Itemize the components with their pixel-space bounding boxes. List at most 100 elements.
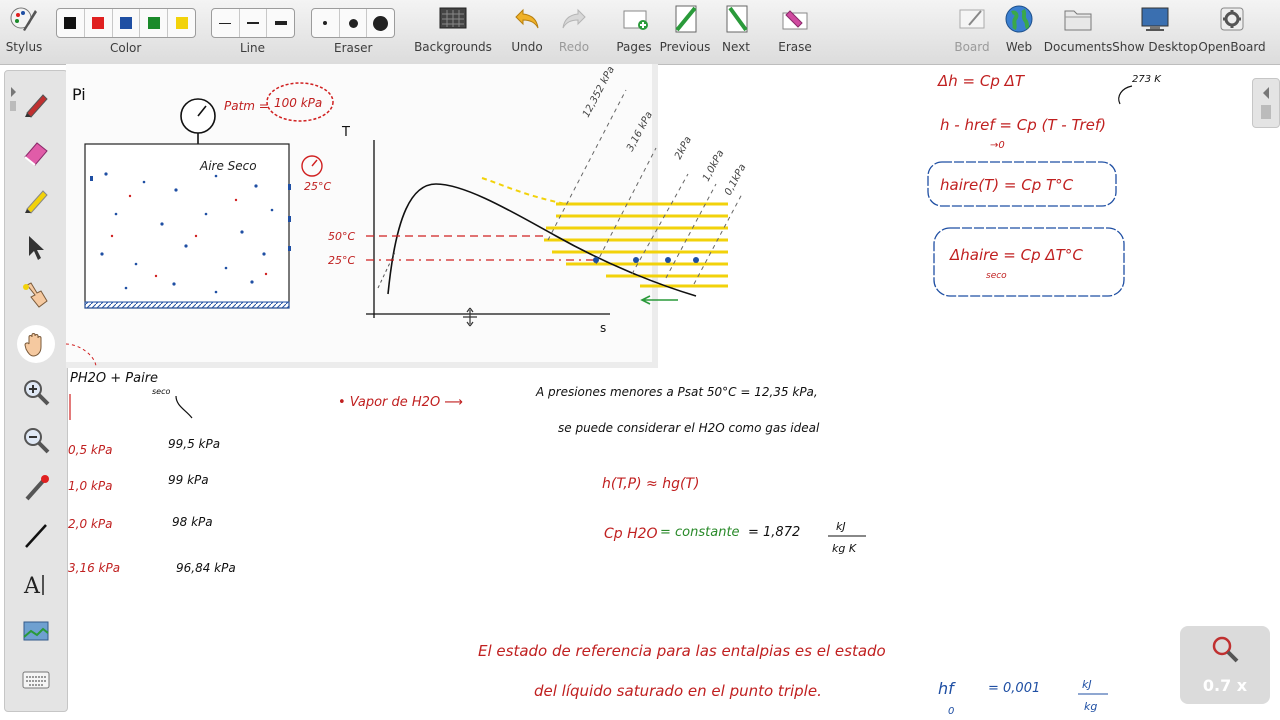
right-eq-2: h - href = Cp (T - Tref): [940, 116, 1106, 134]
board-icon: [957, 2, 987, 36]
hf-units-top: kJ: [1082, 678, 1092, 691]
eraser-small[interactable]: [312, 9, 340, 37]
pasted-image-bottom-edge: [66, 362, 658, 368]
stylus-label: Stylus: [5, 40, 43, 54]
right-eq-3: haire(T) = Cp T°C: [940, 176, 1074, 194]
pen-tool[interactable]: [17, 85, 55, 123]
vapor-text-1: A presiones menores a Psat 50°C = 12,35 …: [535, 385, 818, 399]
next-button[interactable]: Next: [718, 2, 754, 62]
hand-tool[interactable]: [17, 325, 55, 363]
pv-3: 3,16 kPa: [68, 561, 120, 575]
previous-label: Previous: [659, 40, 711, 54]
openboard-menu-button[interactable]: OpenBoard: [1198, 2, 1266, 62]
backgrounds-label: Backgrounds: [414, 40, 492, 54]
backgrounds-icon: [438, 2, 468, 36]
zoom-out-icon: [24, 428, 50, 454]
color-red[interactable]: [85, 9, 113, 37]
hf-symbol: hf: [938, 679, 956, 698]
pa-0: 99,5 kPa: [168, 437, 220, 451]
vapor-text-2: se puede considerar el H2O como gas idea…: [558, 421, 820, 435]
undo-button[interactable]: Undo: [510, 2, 544, 62]
zoom-indicator[interactable]: 0.7 x: [1180, 626, 1270, 704]
stylus-button[interactable]: Stylus: [6, 2, 42, 62]
interact-tool[interactable]: [17, 277, 55, 315]
toolbar: Stylus Color Line Eraser Backgrounds Und…: [0, 0, 1280, 65]
eraser-tool[interactable]: [17, 133, 55, 171]
redo-label: Redo: [558, 40, 590, 54]
pages-button[interactable]: Pages: [614, 2, 654, 62]
ref-text-1: El estado de referencia para las entalpi…: [478, 642, 886, 660]
keyboard-tool[interactable]: [17, 661, 55, 699]
air-tank: [84, 143, 290, 309]
ref-text-2: del líquido saturado en el punto triple.: [534, 682, 822, 700]
laser-pointer-icon: [25, 475, 49, 501]
previous-button[interactable]: Previous: [660, 2, 710, 62]
eraser-label: Eraser: [334, 41, 373, 55]
svg-text:A: A: [23, 574, 41, 599]
erase-label: Erase: [778, 40, 812, 54]
t25-label: 25°C: [328, 254, 355, 267]
desktop-icon: [1139, 2, 1171, 36]
hf-units-bottom: kg: [1084, 700, 1097, 713]
color-black[interactable]: [57, 9, 85, 37]
undo-label: Undo: [511, 40, 543, 54]
undo-icon: [513, 2, 541, 36]
eraser-size-selector: [311, 8, 395, 38]
arrow-cursor-icon: [29, 236, 44, 260]
color-yellow[interactable]: [168, 9, 195, 37]
documents-button[interactable]: Documents: [1043, 2, 1113, 62]
line-label: Line: [240, 41, 266, 55]
folder-icon: [1062, 2, 1094, 36]
pv-1: 1,0 kPa: [68, 479, 112, 493]
board-button[interactable]: Board: [954, 2, 990, 62]
zoom-out-tool[interactable]: [17, 421, 55, 459]
highlighter-tool[interactable]: [17, 181, 55, 219]
color-green[interactable]: [140, 9, 169, 37]
vapor-label: • Vapor de H2O ⟶: [338, 395, 463, 410]
line-tool[interactable]: [17, 517, 55, 555]
sum-arrow: [175, 395, 193, 419]
capture-tool[interactable]: [17, 613, 55, 651]
highlighter-icon: [25, 190, 48, 214]
tank-temp: 25°C: [304, 180, 331, 193]
cp-eq-right: = 1,872: [748, 525, 800, 540]
line-thick[interactable]: [267, 9, 294, 37]
green-arrow-icon: [640, 295, 678, 305]
whiteboard-canvas[interactable]: Pi Patm = 100 kPa Aire Seco 25°C T s 50°…: [66, 64, 1280, 720]
redo-button[interactable]: Redo: [558, 2, 590, 62]
gauge-label: Patm =: [224, 99, 269, 113]
eraser-medium[interactable]: [340, 9, 368, 37]
next-label: Next: [722, 40, 750, 54]
eraser-large[interactable]: [367, 9, 394, 37]
text-icon: A: [23, 574, 44, 599]
globe-icon: [1004, 2, 1034, 36]
line-medium[interactable]: [240, 9, 268, 37]
color-blue[interactable]: [113, 9, 141, 37]
documents-label: Documents: [1043, 40, 1113, 54]
line-thin[interactable]: [212, 9, 240, 37]
show-desktop-button[interactable]: Show Desktop: [1112, 2, 1198, 62]
screen-capture-icon: [23, 621, 49, 641]
zoom-in-tool[interactable]: [17, 373, 55, 411]
right-273-arrow: [1118, 85, 1133, 105]
pointing-hand-icon: [23, 282, 48, 308]
backgrounds-button[interactable]: Backgrounds: [414, 2, 492, 62]
axis-t-label: T: [341, 125, 350, 140]
select-tool[interactable]: [17, 229, 55, 267]
pa-2: 98 kPa: [172, 515, 213, 529]
gauge-value: 100 kPa: [274, 96, 322, 110]
erase-button[interactable]: Erase: [776, 2, 814, 62]
h-approx-eq: h(T,P) ≈ hg(T): [602, 476, 699, 492]
pasted-image-edge: [652, 64, 658, 364]
hf-subscript: 0: [948, 706, 954, 717]
previous-page-icon: [671, 2, 699, 36]
next-page-icon: [722, 2, 750, 36]
cp-units-top: kJ: [836, 520, 846, 533]
hf-value: = 0,001: [988, 681, 1040, 696]
laser-pointer-tool[interactable]: [17, 469, 55, 507]
partial-sum-sub: seco: [152, 387, 170, 396]
web-button[interactable]: Web: [1004, 2, 1034, 62]
hand-icon: [24, 333, 42, 357]
text-tool[interactable]: A: [17, 565, 55, 603]
t50-label: 50°C: [328, 230, 355, 243]
